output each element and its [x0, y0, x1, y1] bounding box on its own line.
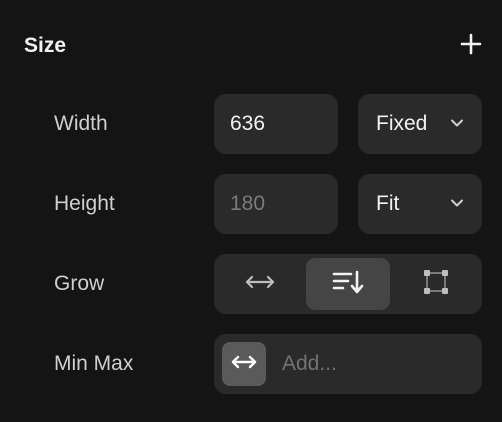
size-panel: Size Width Fixed Height Fit Grow: [0, 0, 502, 422]
width-label: Width: [54, 112, 108, 135]
width-input[interactable]: [214, 94, 338, 154]
section-title: Size: [24, 34, 67, 57]
minmax-field[interactable]: [214, 334, 482, 394]
chevron-down-icon: [450, 195, 464, 213]
frame-corners-icon: [422, 268, 450, 301]
width-field[interactable]: [214, 94, 338, 154]
grow-label: Grow: [54, 272, 105, 295]
grow-option-stack-down[interactable]: [306, 258, 390, 310]
grow-option-horizontal[interactable]: [218, 258, 302, 310]
height-field[interactable]: [214, 174, 338, 234]
height-input[interactable]: [214, 174, 338, 234]
grow-segmented-control: [214, 254, 482, 314]
horizontal-arrows-icon: [244, 273, 276, 296]
minmax-label: Min Max: [54, 352, 134, 375]
stack-down-icon: [331, 269, 365, 300]
plus-icon: [460, 33, 482, 60]
grow-option-frame[interactable]: [394, 258, 478, 310]
minmax-type-button[interactable]: [222, 342, 266, 386]
minmax-input[interactable]: [272, 334, 472, 394]
height-mode-select[interactable]: Fit: [358, 174, 482, 234]
add-size-button[interactable]: [456, 31, 486, 61]
horizontal-arrows-icon: [230, 354, 258, 375]
height-label: Height: [54, 192, 115, 215]
width-mode-select[interactable]: Fixed: [358, 94, 482, 154]
height-mode-label: Fit: [376, 192, 400, 215]
chevron-down-icon: [450, 115, 464, 133]
width-mode-label: Fixed: [376, 112, 428, 135]
